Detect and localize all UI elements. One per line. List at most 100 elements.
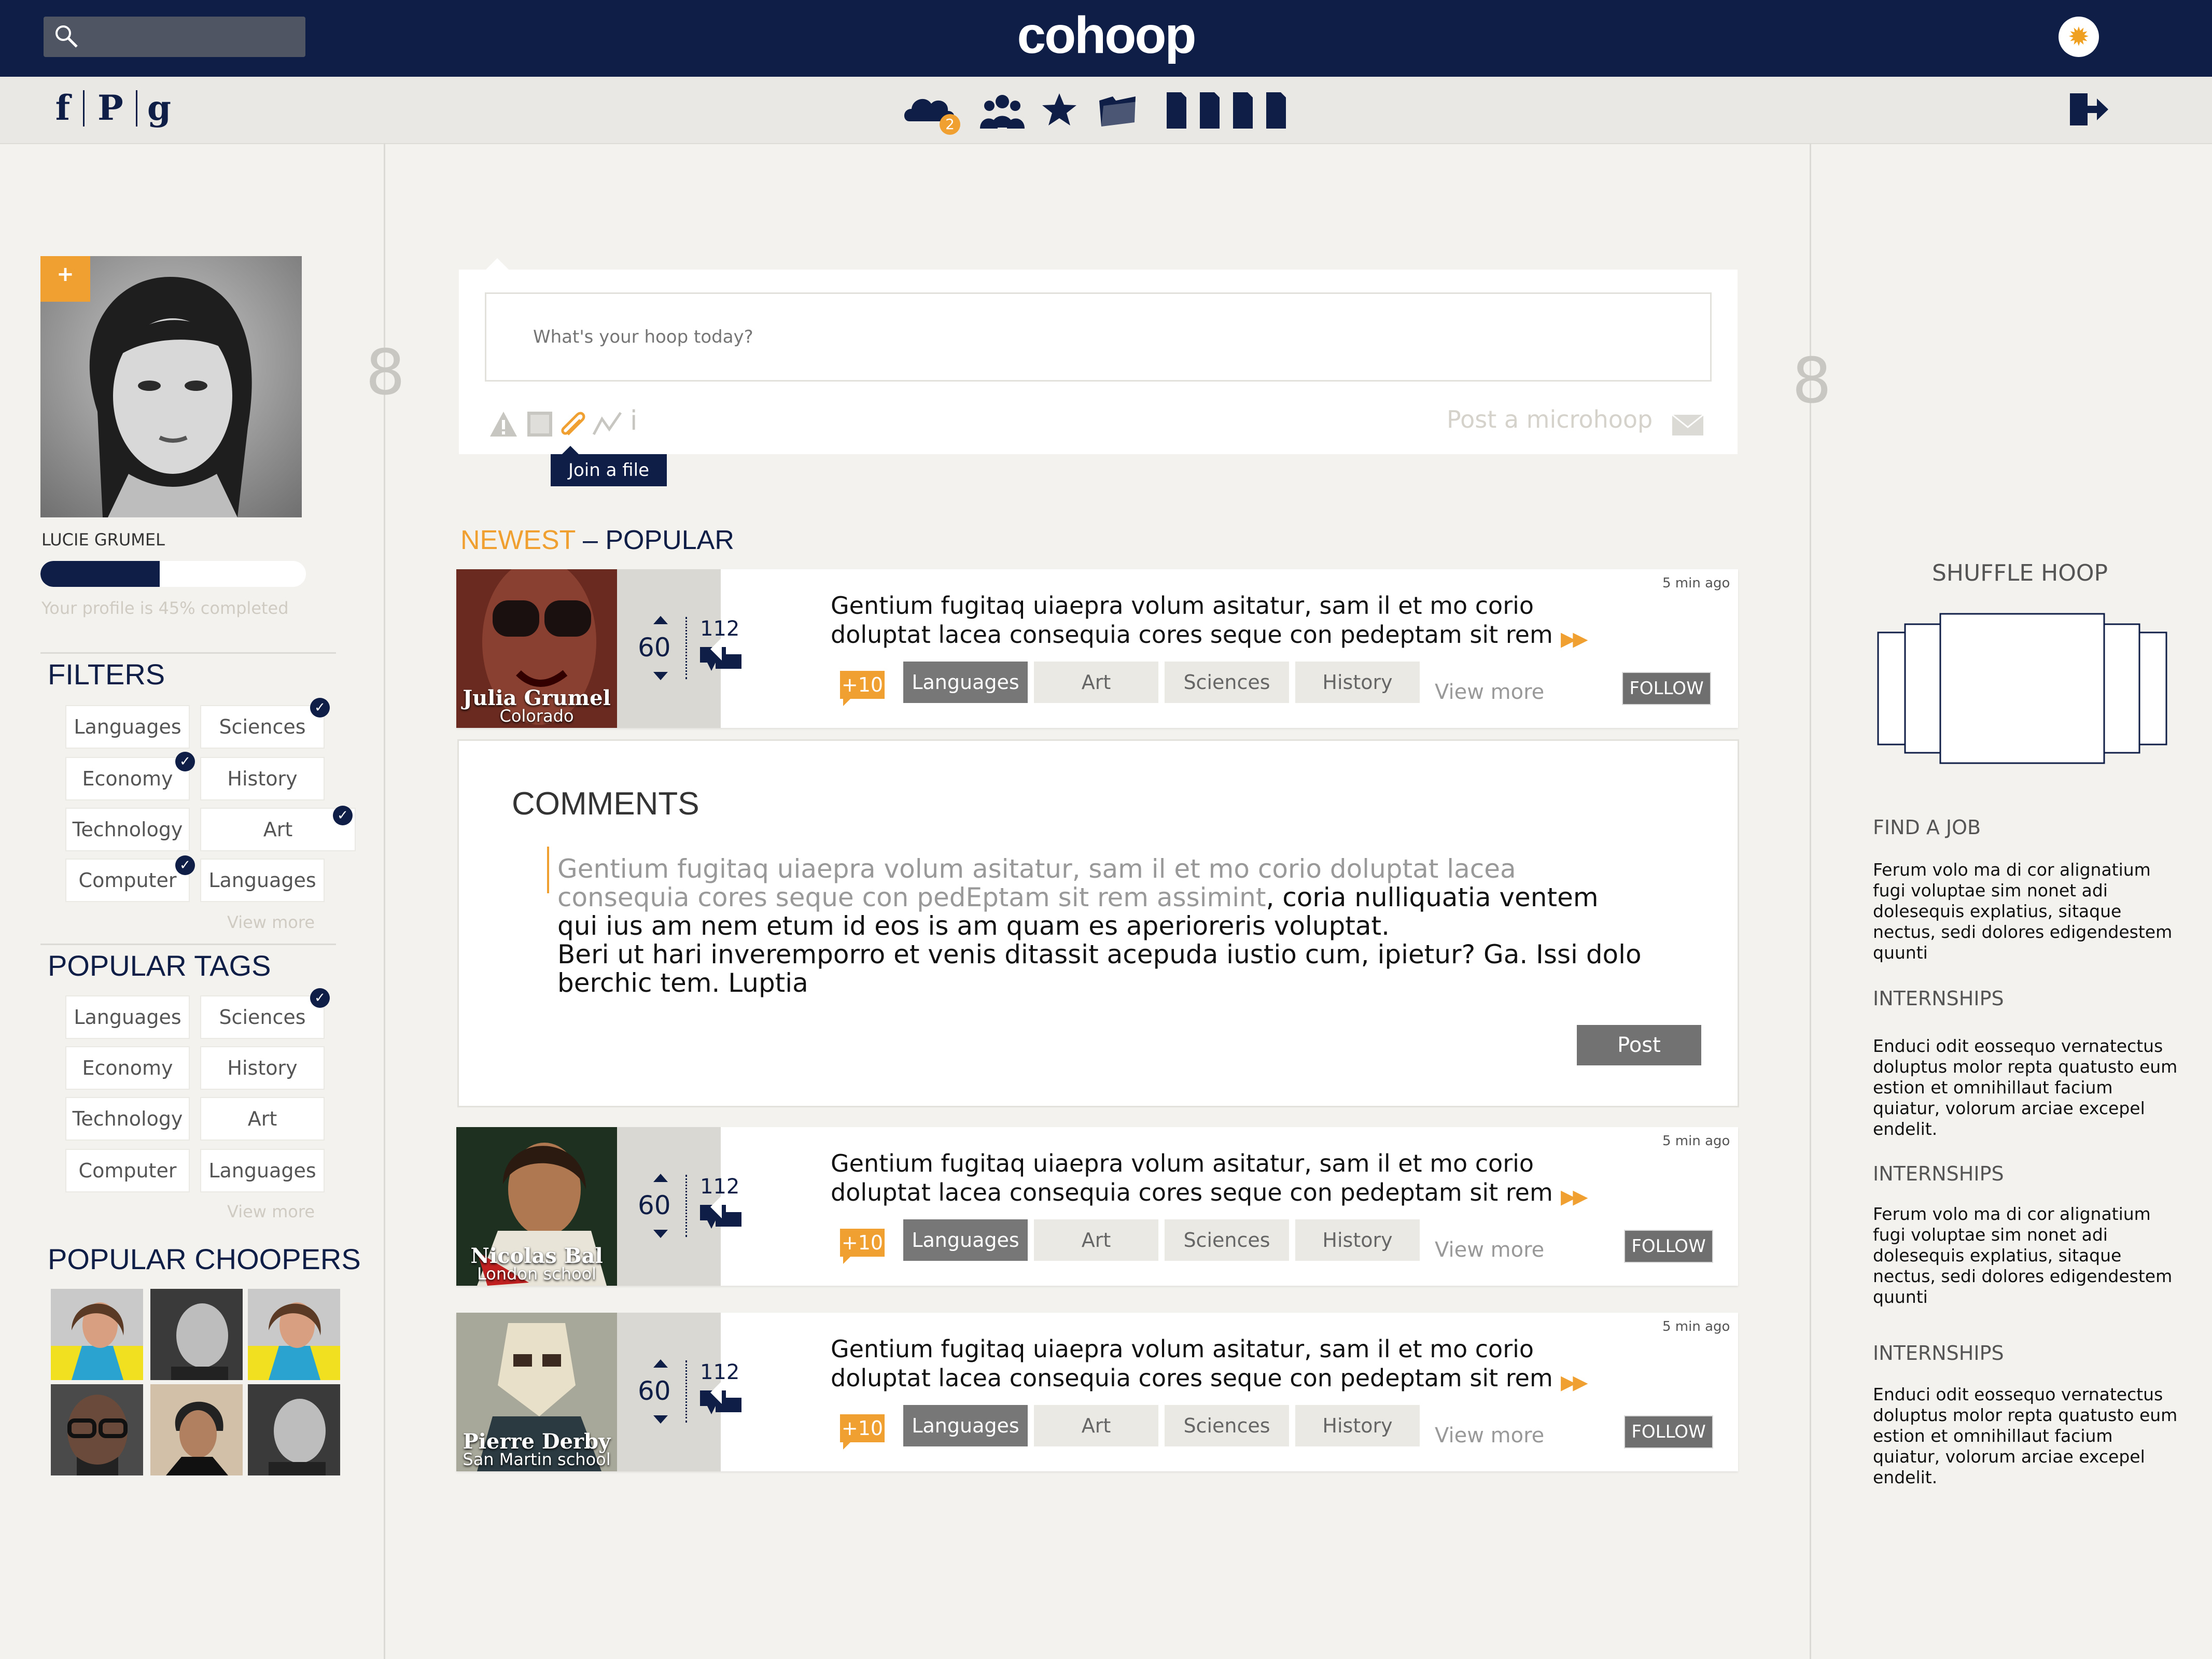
tab-popular[interactable]: POPULAR [605,525,734,555]
internships-title[interactable]: INTERNSHIPS [1873,1342,2004,1365]
pinterest-icon[interactable]: P [92,87,129,129]
chooper-avatar[interactable] [51,1289,143,1380]
notification-badge: 2 [940,114,960,135]
tag-chip[interactable]: Sciences [1165,1405,1289,1446]
tag-chip[interactable]: Languages [903,1405,1028,1446]
checkmark-icon: ✓ [310,988,330,1008]
follow-button[interactable]: FOLLOW [1622,672,1711,705]
tag-chip[interactable]: History [200,1046,325,1090]
author-photo[interactable]: Pierre Derby San Martin school [456,1313,617,1471]
comment-bubble-icon[interactable] [700,1390,744,1416]
downvote-icon[interactable] [653,672,668,680]
downvote-icon[interactable] [653,1415,668,1424]
chooper-avatar[interactable] [51,1384,143,1475]
tag-chip[interactable]: Sciences [1165,1219,1289,1261]
documents-icon[interactable] [1166,91,1290,130]
author-photo[interactable]: Nicolas Bal London school [456,1127,617,1286]
search-box[interactable] [44,17,305,57]
tag-chip[interactable]: Economy [65,1046,190,1090]
filter-chip[interactable]: Computer [65,859,190,902]
filter-chip[interactable]: Technology [65,808,190,851]
internships-text: Enduci odit eossequo vernatectus doluptu… [1873,1036,2178,1139]
logout-icon[interactable] [2068,91,2109,128]
filter-chip[interactable]: Sciences [200,705,325,749]
tag-chip[interactable]: Computer [65,1149,190,1192]
post-comment-button[interactable]: Post [1577,1025,1701,1065]
shuffle-carousel[interactable] [1876,612,2168,765]
fast-forward-icon[interactable]: ▶▶ [1561,627,1588,650]
tab-newest[interactable]: NEWEST [460,525,576,555]
filter-chip[interactable]: Economy [65,757,190,800]
handle-icon[interactable]: 8 [366,337,405,409]
divider [40,944,336,945]
bonus-badge[interactable]: +10 [840,1229,885,1264]
upvote-icon[interactable] [653,616,668,624]
tag-chip[interactable]: History [1295,1219,1420,1261]
chooper-avatar[interactable] [248,1289,340,1380]
folder-icon[interactable] [1097,92,1139,129]
tags-view-more-link[interactable]: View more [227,1202,315,1221]
comment-bubble-icon[interactable] [700,1205,744,1231]
tag-chip[interactable]: Art [1034,662,1158,703]
comment-text[interactable]: Gentium fugitaq uiaepra volum asitatur, … [557,855,1646,997]
downvote-icon[interactable] [653,1230,668,1238]
filter-chip[interactable]: Languages [65,705,190,749]
upvote-icon[interactable] [653,1174,668,1182]
tag-chip[interactable]: History [1295,1405,1420,1446]
community-icon[interactable] [979,90,1026,132]
tag-chip[interactable]: Languages [903,1219,1028,1261]
post-microhoop-button[interactable]: Post a microhoop [1447,405,1653,433]
settings-button[interactable]: ✹ [2059,17,2099,57]
tag-chip[interactable]: Languages [200,1149,325,1192]
fast-forward-icon[interactable]: ▶▶ [1561,1371,1588,1394]
tag-chip[interactable]: Art [1034,1219,1158,1261]
comment-bubble-icon[interactable] [700,647,744,673]
view-more-link[interactable]: View more [1435,1424,1544,1447]
chooper-avatar[interactable] [150,1384,243,1475]
internships-title[interactable]: INTERNSHIPS [1873,1162,2004,1185]
bonus-badge[interactable]: +10 [840,1414,885,1450]
search-input[interactable] [90,22,300,53]
hoop-input[interactable] [485,292,1712,382]
view-more-link[interactable]: View more [1435,680,1544,704]
reply-text-2: Beri ut hari inveremporro et venis ditas… [557,939,1642,998]
facebook-icon[interactable]: f [45,87,81,129]
envelope-icon[interactable] [1671,414,1704,437]
bonus-badge[interactable]: +10 [840,671,885,706]
hoop-text: Gentium fugitaq uiaepra volum asitatur, … [831,592,1553,649]
author-photo[interactable]: Julia Grumel Colorado [456,569,617,728]
chooper-avatar[interactable] [248,1384,340,1475]
add-photo-button[interactable]: + [40,256,90,302]
image-icon[interactable] [524,409,555,440]
tag-chip[interactable]: Languages [903,662,1028,703]
chooper-avatar[interactable] [150,1289,243,1380]
filter-chip[interactable]: History [200,757,325,800]
google-plus-icon[interactable]: g [141,87,177,129]
filter-chip[interactable]: Art [200,808,356,851]
tag-chip[interactable]: Technology [65,1097,190,1141]
internships-title[interactable]: INTERNSHIPS [1873,987,2004,1010]
paperclip-icon[interactable] [558,409,590,440]
view-more-link[interactable]: View more [1435,1238,1544,1262]
tag-chip[interactable]: Art [1034,1405,1158,1446]
chart-icon[interactable] [592,409,623,440]
star-icon[interactable] [1041,91,1077,128]
vote-score: 60 [638,632,671,663]
follow-button[interactable]: FOLLOW [1624,1230,1713,1263]
cohoop-logo[interactable]: cohoop [976,4,1236,66]
tag-chip[interactable]: History [1295,662,1420,703]
tag-chip[interactable]: Art [200,1097,325,1141]
tag-chip[interactable]: Languages [65,995,190,1039]
tag-chip[interactable]: Sciences [200,995,325,1039]
fast-forward-icon[interactable]: ▶▶ [1561,1185,1588,1208]
follow-button[interactable]: FOLLOW [1624,1415,1713,1449]
filter-chip[interactable]: Languages [200,859,325,902]
comments-title: COMMENTS [512,786,699,822]
upvote-icon[interactable] [653,1359,668,1368]
filters-view-more-link[interactable]: View more [227,912,315,932]
find-job-title[interactable]: FIND A JOB [1873,816,1981,839]
tag-chip[interactable]: Sciences [1165,662,1289,703]
handle-icon[interactable]: 8 [1792,345,1831,417]
alert-icon[interactable] [488,409,519,440]
info-icon[interactable]: i [630,405,637,437]
